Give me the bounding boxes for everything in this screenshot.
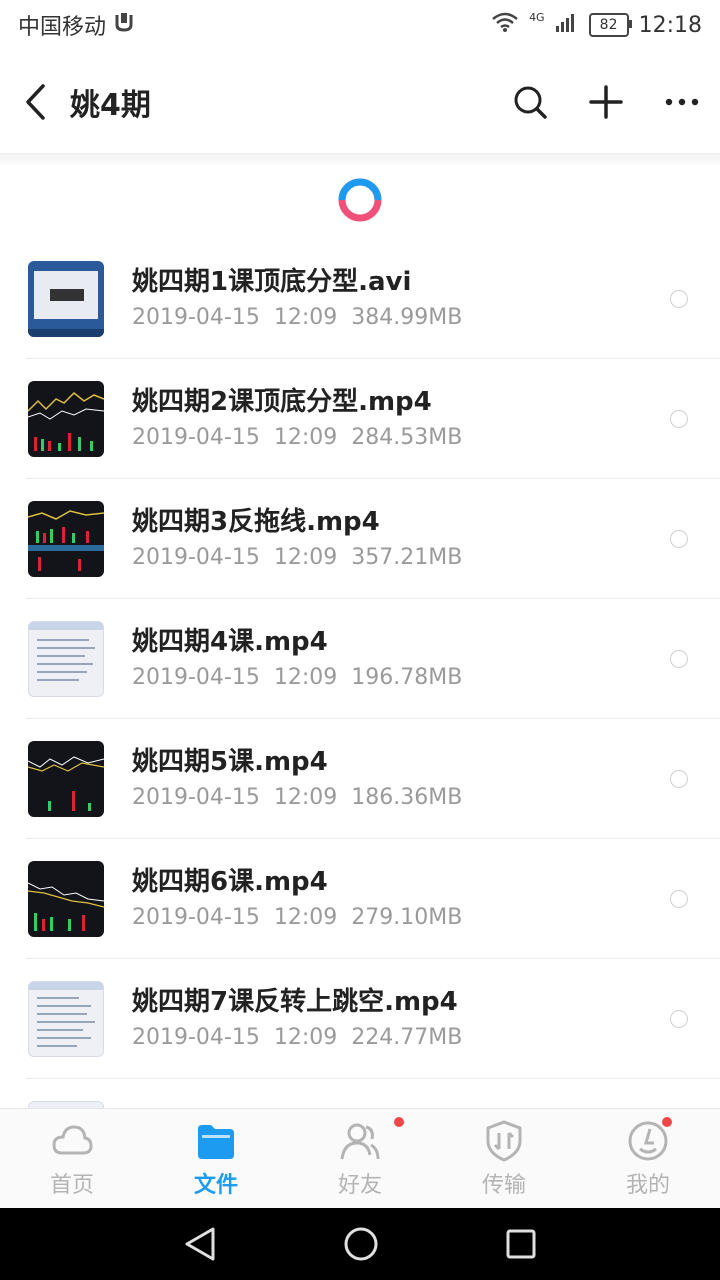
file-date: 2019-04-15 — [132, 425, 260, 450]
file-date: 2019-04-15 — [132, 305, 260, 330]
file-size: 279.10MB — [351, 905, 463, 930]
select-radio[interactable] — [670, 410, 688, 428]
back-arrow-icon — [26, 83, 45, 120]
nav-label: 我的 — [625, 1173, 670, 1198]
nav-label: 好友 — [337, 1173, 382, 1198]
more-button[interactable] — [644, 50, 720, 154]
file-row[interactable]: 姚四期2课顶底分型.mp4 2019-04-15 12:09 284.53MB — [0, 359, 720, 479]
file-size: 224.77MB — [351, 1025, 463, 1050]
transfer-icon — [486, 1120, 522, 1162]
file-size: 384.99MB — [351, 305, 463, 330]
file-name: 姚四期5课.mp4 — [132, 747, 328, 777]
file-name: 姚四期7课反转上跳空.mp4 — [132, 987, 458, 1017]
select-radio[interactable] — [670, 530, 688, 548]
file-time: 12:09 — [273, 425, 338, 450]
select-radio[interactable] — [670, 1010, 688, 1028]
file-time: 12:09 — [273, 1025, 338, 1050]
file-time: 12:09 — [273, 905, 338, 930]
carrier-label: 中国移动 — [18, 15, 107, 40]
friends-icon — [340, 1123, 380, 1160]
wifi-icon — [491, 11, 519, 39]
search-button[interactable] — [492, 50, 568, 154]
file-date: 2019-04-15 — [132, 785, 260, 810]
notification-badge — [662, 1117, 672, 1127]
notification-icon — [114, 11, 134, 39]
add-button[interactable] — [568, 50, 644, 154]
file-date: 2019-04-15 — [132, 545, 260, 570]
back-triangle-icon[interactable] — [183, 1226, 217, 1262]
file-list: 姚四期1课顶底分型.avi 2019-04-15 12:09 384.99MB 姚四… — [0, 239, 720, 1199]
file-time: 12:09 — [273, 785, 338, 810]
page-title: 姚4期 — [70, 87, 151, 123]
video-thumbnail — [28, 261, 104, 337]
file-name: 姚四期1课顶底分型.avi — [132, 267, 412, 297]
file-size: 196.78MB — [351, 665, 463, 690]
nav-label: 首页 — [49, 1173, 94, 1198]
search-icon — [514, 86, 547, 119]
file-name: 姚四期6课.mp4 — [132, 867, 328, 897]
video-thumbnail — [28, 741, 104, 817]
status-bar: 中国移动 4G 82 12:18 — [0, 0, 720, 50]
select-radio[interactable] — [670, 650, 688, 668]
file-date: 2019-04-15 — [132, 905, 260, 930]
file-name: 姚四期2课顶底分型.mp4 — [132, 387, 432, 417]
plus-icon — [589, 84, 623, 119]
video-thumbnail — [28, 861, 104, 937]
spinner-icon — [338, 178, 382, 222]
file-row[interactable]: 姚四期5课.mp4 2019-04-15 12:09 186.36MB — [0, 719, 720, 839]
file-name: 姚四期3反拖线.mp4 — [132, 507, 380, 537]
system-nav-bar — [0, 1208, 720, 1280]
video-thumbnail — [28, 621, 104, 697]
nav-files[interactable]: 文件 — [144, 1109, 288, 1209]
header-shadow — [0, 154, 720, 168]
battery-indicator: 82 — [588, 13, 632, 37]
file-row[interactable]: 姚四期7课反转上跳空.mp4 2019-04-15 12:09 224.77MB — [0, 959, 720, 1079]
loading-spinner — [0, 176, 720, 226]
file-size: 357.21MB — [351, 545, 463, 570]
bottom-nav: 首页 文件 好友 传输 我的 — [0, 1108, 720, 1209]
file-row[interactable]: 姚四期6课.mp4 2019-04-15 12:09 279.10MB — [0, 839, 720, 959]
file-size: 186.36MB — [351, 785, 463, 810]
file-row[interactable]: 姚四期3反拖线.mp4 2019-04-15 12:09 357.21MB — [0, 479, 720, 599]
file-row[interactable]: 姚四期4课.mp4 2019-04-15 12:09 196.78MB — [0, 599, 720, 719]
file-name: 姚四期4课.mp4 — [132, 627, 328, 657]
select-radio[interactable] — [670, 890, 688, 908]
select-radio[interactable] — [670, 770, 688, 788]
file-date: 2019-04-15 — [132, 665, 260, 690]
file-size: 284.53MB — [351, 425, 463, 450]
back-button[interactable] — [0, 50, 70, 154]
title-bar: 姚4期 — [0, 50, 720, 154]
home-circle-icon[interactable] — [343, 1226, 379, 1262]
file-row[interactable]: 姚四期1课顶底分型.avi 2019-04-15 12:09 384.99MB — [0, 239, 720, 359]
folder-icon — [198, 1125, 234, 1159]
file-time: 12:09 — [273, 665, 338, 690]
file-date: 2019-04-15 — [132, 1025, 260, 1050]
nav-label: 传输 — [481, 1173, 526, 1198]
nav-home[interactable]: 首页 — [0, 1109, 144, 1209]
cloud-icon — [52, 1125, 93, 1155]
clock: 12:18 — [638, 12, 702, 38]
video-thumbnail — [28, 981, 104, 1057]
signal-icon — [555, 11, 579, 39]
video-thumbnail — [28, 501, 104, 577]
notification-badge — [394, 1117, 404, 1127]
nav-label: 文件 — [193, 1173, 238, 1198]
nav-profile[interactable]: 我的 — [576, 1109, 720, 1209]
video-thumbnail — [28, 381, 104, 457]
more-dots-icon — [665, 98, 699, 105]
select-radio[interactable] — [670, 290, 688, 308]
file-time: 12:09 — [273, 545, 338, 570]
file-time: 12:09 — [273, 305, 338, 330]
nav-transfer[interactable]: 传输 — [432, 1109, 576, 1209]
recents-square-icon[interactable] — [505, 1228, 537, 1260]
network-type: 4G — [529, 10, 545, 24]
nav-friends[interactable]: 好友 — [288, 1109, 432, 1209]
